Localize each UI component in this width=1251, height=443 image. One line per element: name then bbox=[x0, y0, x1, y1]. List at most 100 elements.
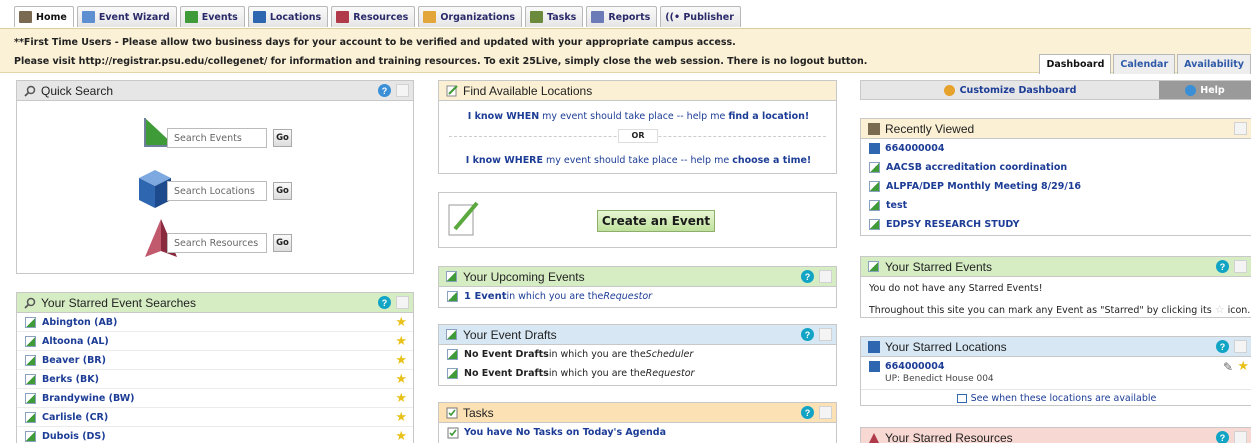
find-locations-panel: Find Available Locations I know WHEN my … bbox=[438, 80, 837, 174]
quick-search-panel: Quick Search ? Search Events Go Search L… bbox=[16, 80, 414, 274]
collapse-icon[interactable] bbox=[1234, 340, 1247, 353]
search-events-go-button[interactable]: Go bbox=[273, 129, 292, 147]
tab-organizations[interactable]: Organizations bbox=[418, 6, 523, 27]
help-icon[interactable]: ? bbox=[1216, 340, 1229, 353]
starred-locations-header: Your Starred Locations ? bbox=[861, 337, 1251, 357]
recently-viewed-header: Recently Viewed bbox=[861, 119, 1251, 139]
event-icon bbox=[869, 162, 880, 173]
collapse-icon[interactable] bbox=[396, 296, 409, 309]
draft-row[interactable]: No Event Drafts in which you are the Sch… bbox=[439, 345, 836, 364]
search-events-input[interactable]: Search Events bbox=[167, 128, 267, 148]
search-resources-input[interactable]: Search Resources bbox=[167, 233, 267, 253]
help-icon[interactable]: ? bbox=[1216, 431, 1229, 443]
create-event-icon bbox=[448, 201, 479, 236]
see-availability-link[interactable]: See when these locations are available bbox=[861, 389, 1251, 404]
tab-tasks[interactable]: Tasks bbox=[525, 6, 584, 27]
list-item[interactable]: Carlisle (CR) ★ bbox=[17, 408, 413, 427]
collapse-icon[interactable] bbox=[819, 328, 832, 341]
event-icon bbox=[869, 200, 880, 211]
task-icon bbox=[530, 11, 544, 23]
list-item[interactable]: Berks (BK) ★ bbox=[17, 370, 413, 389]
tab-resources[interactable]: Resources bbox=[331, 6, 416, 27]
tab-home[interactable]: Home bbox=[14, 6, 74, 27]
edit-icon[interactable]: ✎ bbox=[1223, 360, 1233, 374]
find-location-link[interactable]: I know WHEN my event should take place -… bbox=[439, 111, 838, 122]
list-item[interactable]: Abington (AB) ★ bbox=[17, 313, 413, 332]
event-icon bbox=[25, 411, 36, 423]
star-icon[interactable]: ★ bbox=[395, 315, 407, 330]
task-row[interactable]: You have No Tasks on Today's Agenda bbox=[439, 423, 836, 442]
draft-row[interactable]: No Event Drafts in which you are the Req… bbox=[439, 364, 836, 383]
list-item[interactable]: Brandywine (BW) ★ bbox=[17, 389, 413, 408]
help-icon[interactable]: ? bbox=[378, 296, 391, 309]
main-nav: Home Event Wizard Events Locations Resou… bbox=[0, 0, 1251, 29]
list-item[interactable]: Beaver (BR) ★ bbox=[17, 351, 413, 370]
collapse-icon[interactable] bbox=[1234, 260, 1247, 273]
resource-icon bbox=[336, 11, 350, 23]
event-icon bbox=[447, 349, 458, 360]
event-icon bbox=[25, 392, 36, 404]
location-icon bbox=[252, 11, 266, 23]
collapse-icon[interactable] bbox=[819, 270, 832, 283]
notice-line-1: **First Time Users - Please allow two bu… bbox=[14, 37, 736, 48]
help-icon[interactable]: ? bbox=[801, 406, 814, 419]
collapse-icon[interactable] bbox=[1234, 122, 1247, 135]
task-icon bbox=[447, 427, 459, 439]
list-item[interactable]: Dubois (DS) ★ bbox=[17, 427, 413, 443]
tab-publisher[interactable]: ((• Publisher bbox=[660, 6, 741, 27]
create-event-button[interactable]: Create an Event bbox=[597, 210, 715, 232]
star-icon[interactable]: ★ bbox=[395, 410, 407, 425]
tab-availability[interactable]: Availability bbox=[1177, 54, 1251, 74]
upcoming-events-panel: Your Upcoming Events ? 1 Event in which … bbox=[438, 266, 837, 308]
tab-event-wizard[interactable]: Event Wizard bbox=[76, 6, 177, 27]
customize-dashboard-button[interactable]: Customize Dashboard bbox=[861, 81, 1159, 99]
event-drafts-panel: Your Event Drafts ? No Event Drafts in w… bbox=[438, 324, 837, 386]
search-resources-go-button[interactable]: Go bbox=[273, 234, 292, 252]
star-icon[interactable]: ★ bbox=[395, 429, 407, 443]
star-icon[interactable]: ★ bbox=[395, 391, 407, 406]
recent-icon bbox=[868, 122, 880, 135]
collapse-icon[interactable] bbox=[396, 84, 409, 97]
help-icon[interactable]: ? bbox=[1216, 260, 1229, 273]
tab-calendar[interactable]: Calendar bbox=[1113, 54, 1176, 74]
event-icon bbox=[25, 335, 36, 347]
list-item[interactable]: 664000004 bbox=[861, 139, 1251, 158]
star-icon[interactable]: ★ bbox=[395, 372, 407, 387]
star-icon[interactable]: ★ bbox=[1237, 359, 1249, 374]
tasks-header: Tasks ? bbox=[439, 403, 836, 423]
help-icon[interactable]: ? bbox=[378, 84, 391, 97]
tab-reports[interactable]: Reports bbox=[586, 6, 658, 27]
event-icon bbox=[447, 291, 458, 302]
task-icon bbox=[446, 407, 458, 419]
find-locations-header: Find Available Locations bbox=[439, 81, 836, 101]
tab-events[interactable]: Events bbox=[179, 6, 245, 27]
tab-locations[interactable]: Locations bbox=[247, 6, 329, 27]
notice-banner: **First Time Users - Please allow two bu… bbox=[0, 29, 1251, 74]
view-tabs: Dashboard Calendar Availability bbox=[1039, 54, 1251, 74]
event-icon bbox=[25, 354, 36, 366]
upcoming-event-row[interactable]: 1 Event in which you are the Requestor bbox=[439, 287, 836, 306]
event-icon bbox=[446, 271, 457, 282]
starred-location-item[interactable]: 664000004 bbox=[869, 361, 945, 372]
help-icon[interactable]: ? bbox=[801, 270, 814, 283]
choose-time-link[interactable]: I know WHERE my event should take place … bbox=[439, 155, 838, 166]
publisher-label: ((• Publisher bbox=[665, 11, 734, 23]
list-item[interactable]: ALPFA/DEP Monthly Meeting 8/29/16 bbox=[861, 177, 1251, 196]
list-item[interactable]: EDPSY RESEARCH STUDY bbox=[861, 215, 1251, 234]
collapse-icon[interactable] bbox=[1234, 431, 1247, 443]
list-item[interactable]: AACSB accreditation coordination bbox=[861, 158, 1251, 177]
search-icon bbox=[24, 297, 36, 309]
list-item[interactable]: test bbox=[861, 196, 1251, 215]
starred-events-header: Your Starred Events ? bbox=[861, 257, 1251, 277]
tab-dashboard[interactable]: Dashboard bbox=[1039, 54, 1112, 74]
star-icon[interactable]: ★ bbox=[395, 353, 407, 368]
search-locations-input[interactable]: Search Locations bbox=[167, 181, 267, 201]
help-button[interactable]: Help bbox=[1159, 81, 1251, 99]
star-icon[interactable]: ★ bbox=[395, 334, 407, 349]
search-locations-go-button[interactable]: Go bbox=[273, 182, 292, 200]
help-icon[interactable]: ? bbox=[801, 328, 814, 341]
starred-searches-header: Your Starred Event Searches ? bbox=[17, 293, 413, 313]
recently-viewed-panel: Recently Viewed 664000004 AACSB accredit… bbox=[860, 118, 1251, 236]
list-item[interactable]: Altoona (AL) ★ bbox=[17, 332, 413, 351]
collapse-icon[interactable] bbox=[819, 406, 832, 419]
